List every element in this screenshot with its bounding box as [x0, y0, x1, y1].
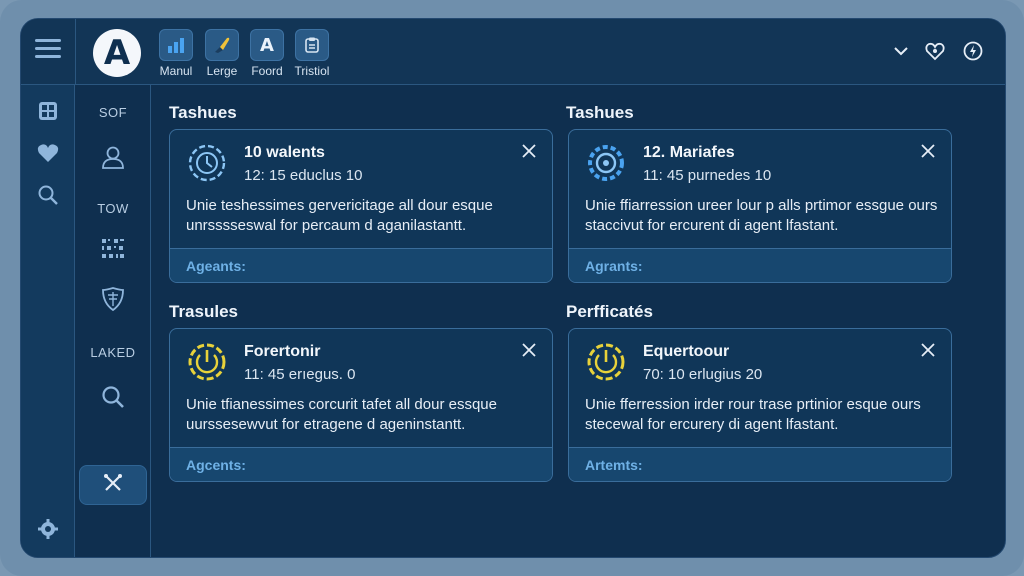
gear-blue-icon [585, 142, 627, 184]
sidebar-label-sof[interactable]: SOF [75, 105, 151, 120]
card-title: 12. Mariafes [643, 144, 735, 161]
letter-a-icon: A [250, 29, 284, 61]
card-body: Unie teshessimes gervericitage all dour … [186, 197, 493, 234]
agent-card[interactable]: Forertonir 11: 45 erıegus. 0 Unie tfiane… [169, 328, 553, 482]
power-yellow-icon [186, 341, 228, 383]
app-window: A Manul Lerge A Foord Tristiol SOF TOW L… [20, 18, 1006, 558]
tool-label: Foord [251, 64, 283, 78]
agent-card[interactable]: Equertoour 70: 10 erlugius 20 Unie fferr… [568, 328, 952, 482]
clipboard-icon [295, 29, 329, 61]
card-body: Unie tfianessimes corcurit tafet all dou… [186, 396, 497, 433]
close-icon[interactable] [520, 142, 538, 160]
close-icon[interactable] [919, 142, 937, 160]
top-bar: A Manul Lerge A Foord Tristiol [21, 19, 1005, 85]
agent-card[interactable]: 12. Mariafes 11: 45 purnedes 10 Unie ffi… [568, 129, 952, 283]
card-title: Forertonir [244, 343, 321, 360]
search-icon[interactable] [36, 183, 60, 207]
letter-a-glyph: A [260, 34, 274, 56]
qr-icon[interactable] [99, 235, 127, 263]
close-icon[interactable] [919, 341, 937, 359]
sidebar-label-tow[interactable]: TOW [75, 201, 151, 216]
tool-label: Manul [159, 64, 193, 78]
sidebar: SOF TOW LAKED [75, 85, 151, 557]
tool-foord-button[interactable]: A Foord [242, 29, 292, 78]
card-subtitle: 11: 45 erıegus. 0 [244, 366, 356, 383]
agent-card[interactable]: 10 walents 12: 15 educlus 10 Unie teshes… [169, 129, 553, 283]
power-icon[interactable] [961, 39, 985, 63]
section-title: Trasules [169, 302, 238, 321]
shield-icon[interactable] [99, 285, 127, 313]
tool-manul-button[interactable]: Manul [151, 29, 201, 78]
card-title: Equertoour [643, 343, 730, 360]
heart-icon[interactable] [36, 141, 60, 165]
grid-icon[interactable] [36, 99, 60, 123]
card-footer-agents[interactable]: Artemts: [569, 447, 951, 481]
tool-label: Tristiol [294, 64, 330, 78]
card-subtitle: 11: 45 purnedes 10 [643, 167, 772, 184]
section-title: Tashues [566, 103, 634, 122]
settings-icon[interactable] [36, 517, 60, 541]
brush-icon [205, 29, 239, 61]
sidebar-label-laked[interactable]: LAKED [75, 345, 151, 360]
app-logo: A [93, 29, 141, 77]
card-body: Unie fferression irder rour trase prtini… [585, 396, 921, 433]
section-title: Perfficatés [566, 302, 653, 321]
power-yellow-icon [585, 341, 627, 383]
user-icon[interactable] [99, 143, 127, 171]
tools-icon [102, 472, 124, 499]
section-title: Tashues [169, 103, 237, 122]
heart-badge-icon[interactable] [923, 39, 947, 63]
close-icon[interactable] [520, 341, 538, 359]
card-footer-agents[interactable]: Ageants: [170, 248, 552, 282]
topbar-divider [75, 19, 76, 85]
tool-label: Lerge [206, 64, 238, 78]
hamburger-menu-icon[interactable] [35, 39, 61, 63]
bar-chart-icon [159, 29, 193, 61]
gauge-blue-icon [186, 142, 228, 184]
card-subtitle: 70: 10 erlugius 20 [643, 366, 763, 383]
search-icon[interactable] [99, 383, 127, 411]
chevron-down-icon[interactable] [889, 39, 913, 63]
card-footer-agents[interactable]: Agrants: [569, 248, 951, 282]
tool-lerge-button[interactable]: Lerge [197, 29, 247, 78]
left-rail [21, 85, 75, 557]
tools-button[interactable] [79, 465, 147, 505]
card-body: Unie ffiarression ureer lour p alls prti… [585, 197, 938, 234]
card-subtitle: 12: 15 educlus 10 [244, 167, 363, 184]
tool-tristiol-button[interactable]: Tristiol [287, 29, 337, 78]
card-footer-agents[interactable]: Agcents: [170, 447, 552, 481]
card-title: 10 walents [244, 144, 325, 161]
